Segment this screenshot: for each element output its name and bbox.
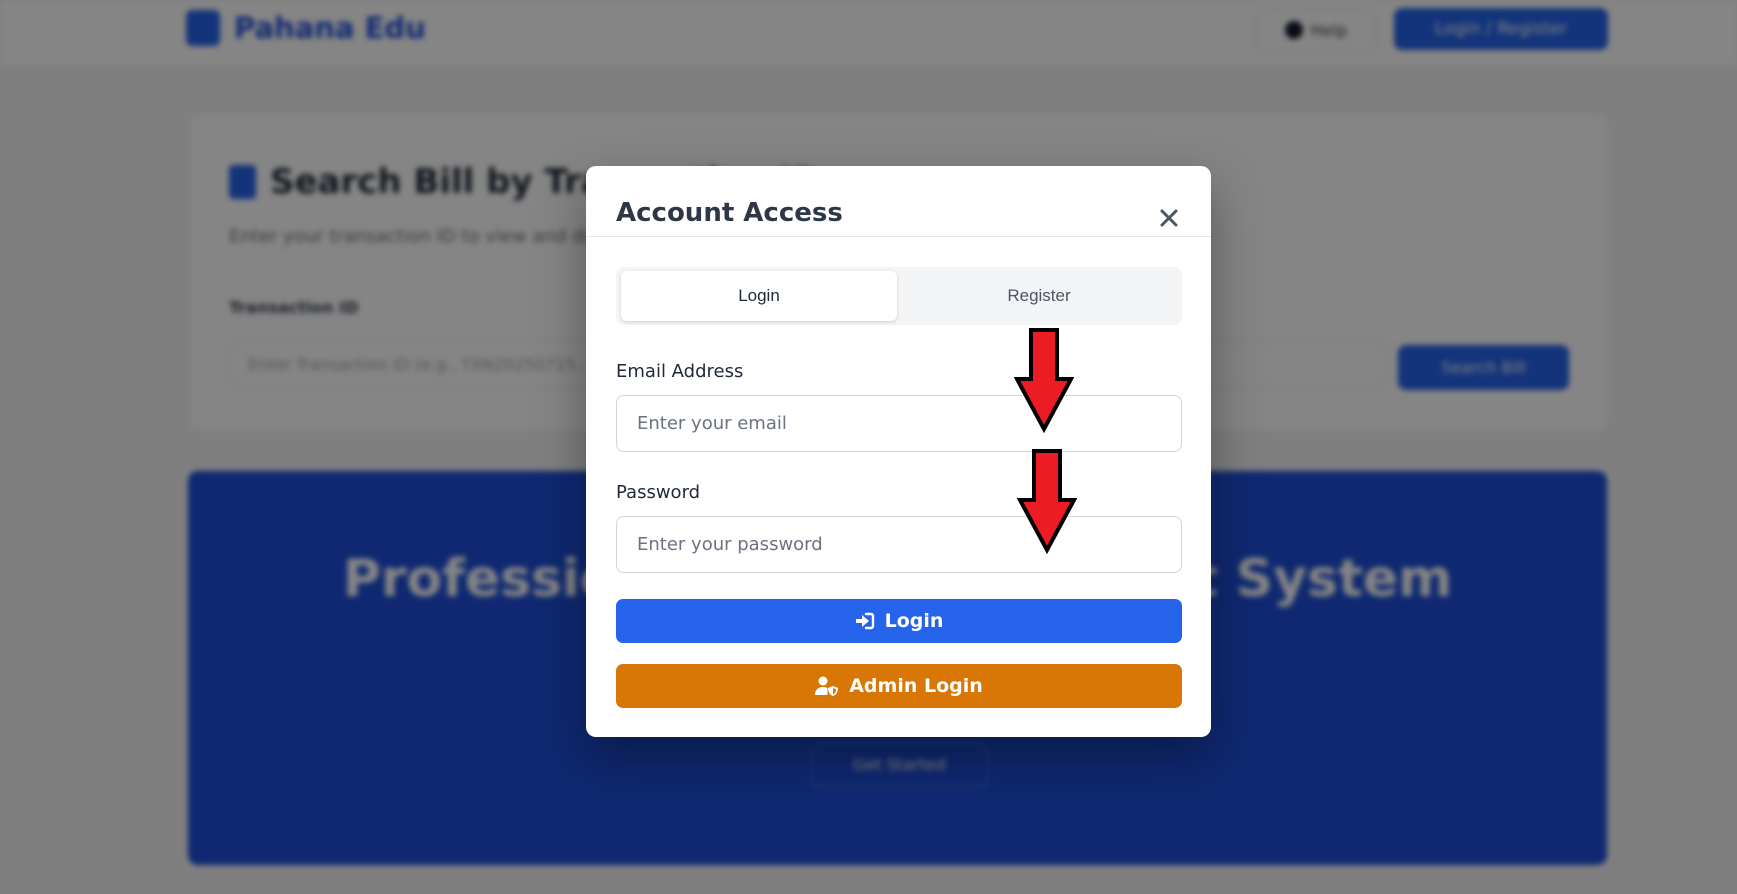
email-label: Email Address bbox=[616, 361, 744, 382]
modal-title: Account Access bbox=[616, 198, 843, 228]
tab-register[interactable]: Register bbox=[901, 271, 1177, 321]
annotation-arrow-down-icon bbox=[1014, 328, 1074, 433]
close-button[interactable] bbox=[1153, 202, 1185, 234]
close-icon bbox=[1160, 209, 1178, 227]
modal-divider bbox=[586, 236, 1211, 237]
email-field[interactable] bbox=[616, 395, 1182, 452]
auth-tabs: Login Register bbox=[616, 267, 1182, 325]
login-button-label: Login bbox=[884, 610, 944, 632]
tab-login[interactable]: Login bbox=[621, 271, 897, 321]
annotation-arrow-down-icon bbox=[1017, 449, 1077, 554]
admin-login-button-label: Admin Login bbox=[849, 675, 983, 697]
login-button[interactable]: Login bbox=[616, 599, 1182, 643]
sign-in-icon bbox=[855, 612, 874, 630]
password-field[interactable] bbox=[616, 516, 1182, 573]
account-access-modal: Account Access Login Register Email Addr… bbox=[586, 166, 1211, 737]
admin-login-button[interactable]: Admin Login bbox=[616, 664, 1182, 708]
user-shield-icon bbox=[815, 676, 839, 696]
password-label: Password bbox=[616, 482, 701, 503]
